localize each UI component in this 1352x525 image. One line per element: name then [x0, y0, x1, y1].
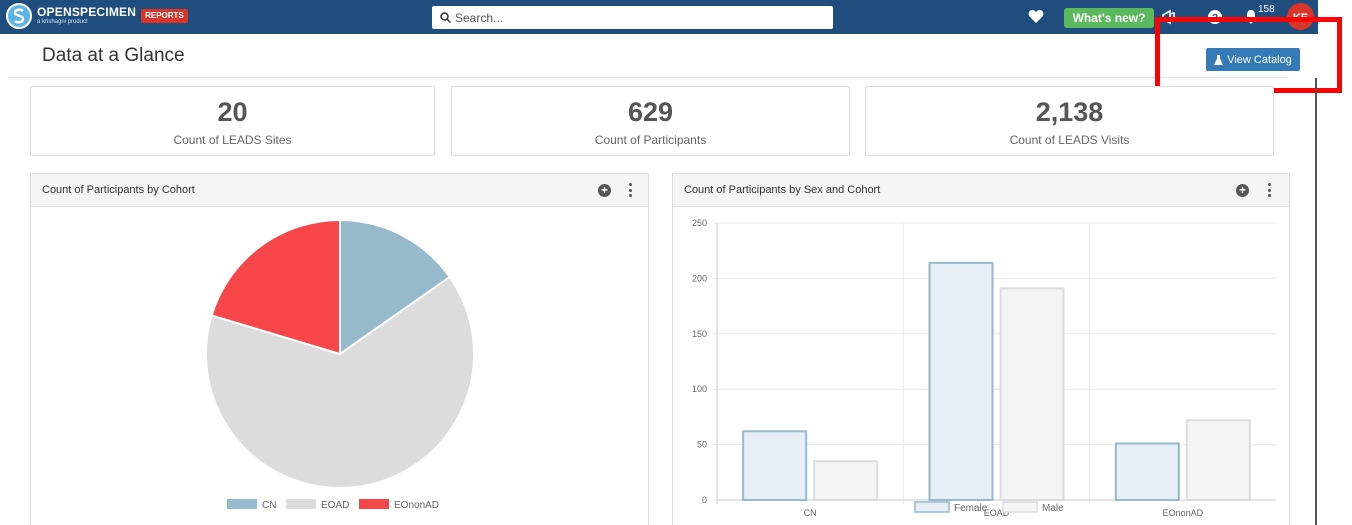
favorites-heart-icon[interactable]	[1028, 9, 1044, 29]
stat-label: Count of LEADS Visits	[1009, 133, 1130, 147]
logo-word-specimen: SPECIMEN	[71, 5, 137, 19]
bar-male-eoad[interactable]	[999, 287, 1065, 502]
legend-swatch-cn	[227, 499, 257, 509]
stat-label: Count of LEADS Sites	[173, 133, 292, 147]
legend-swatch-eononad	[359, 499, 389, 509]
legend-swatch-male	[1002, 501, 1038, 513]
search-placeholder: Search...	[455, 10, 504, 25]
cohort-pie-panel: Count of Participants by Cohort + CN EOAD…	[30, 173, 649, 525]
search-icon	[440, 12, 451, 23]
more-options-icon[interactable]	[1267, 183, 1271, 197]
legend-label-eoad: EOAD	[321, 500, 349, 511]
cohort-pie-chart: CN EOAD EOnonAD	[205, 218, 475, 511]
legend-swatch-eoad	[286, 499, 316, 509]
legend-label-male: Male	[1042, 503, 1064, 514]
sex-cohort-bar-chart: 050100150200250CN EOAD EOnonADFemale Male	[692, 218, 1276, 518]
add-plus-icon[interactable]: +	[1236, 184, 1249, 197]
y-tick-label: 150	[692, 329, 707, 339]
flask-icon	[1214, 54, 1224, 65]
stat-value: 2,138	[1035, 97, 1104, 127]
add-plus-icon[interactable]: +	[598, 184, 611, 197]
bar-female-eoad[interactable]	[928, 261, 994, 501]
y-tick-label: 50	[697, 440, 707, 450]
panel-header: Count of Participants by Sex and Cohort …	[673, 174, 1289, 207]
bar-female-cn[interactable]	[742, 430, 808, 501]
logo-word-open: OPEN	[37, 5, 72, 19]
stat-card-sites: 20 Count of LEADS Sites	[30, 86, 435, 156]
notification-bell-icon[interactable]	[1243, 9, 1259, 30]
stat-label: Count of Participants	[594, 133, 707, 147]
help-icon[interactable]: ?	[1207, 9, 1223, 30]
panel-header: Count of Participants by Cohort +	[31, 174, 648, 207]
stat-card-participants: 629 Count of Participants	[451, 86, 850, 156]
view-catalog-label: View Catalog	[1227, 53, 1292, 66]
legend-swatch-female	[914, 501, 950, 513]
bar-male-cn[interactable]	[813, 460, 879, 501]
search-input[interactable]: Search...	[432, 6, 833, 29]
whats-new-button[interactable]: What's new?	[1064, 8, 1154, 28]
panel-title: Count of Participants by Cohort	[42, 184, 195, 196]
bar-male-eononad[interactable]	[1185, 419, 1251, 501]
notification-count-badge: 158	[1258, 4, 1275, 15]
bar-female-eononad[interactable]	[1114, 442, 1180, 502]
page-right-border	[1315, 78, 1317, 525]
user-avatar[interactable]: KE	[1287, 3, 1314, 30]
legend-label-eononad: EOnonAD	[394, 500, 439, 511]
y-tick-label: 200	[692, 273, 707, 283]
header-divider	[8, 77, 1288, 78]
legend-label-female: Female	[954, 503, 988, 514]
x-tick-label: CN	[804, 508, 817, 518]
panel-title: Count of Participants by Sex and Cohort	[684, 184, 881, 196]
app-logo[interactable]: OPENSPECIMEN a krishagni product REPORTS	[6, 3, 188, 29]
view-catalog-button[interactable]: View Catalog	[1206, 48, 1300, 71]
more-options-icon[interactable]	[628, 183, 632, 197]
megaphone-icon[interactable]	[1161, 9, 1177, 30]
page-title: Data at a Glance	[42, 45, 185, 66]
top-nav-bar: OPENSPECIMEN a krishagni product REPORTS…	[0, 0, 1318, 34]
reports-badge: REPORTS	[141, 9, 188, 23]
stat-card-visits: 2,138 Count of LEADS Visits	[865, 86, 1274, 156]
stat-value: 20	[217, 97, 248, 127]
x-tick-label: EOnonAD	[1163, 508, 1204, 518]
logo-icon	[6, 3, 32, 29]
y-tick-label: 250	[692, 218, 707, 228]
stat-value: 629	[627, 97, 674, 127]
y-tick-label: 0	[702, 495, 707, 505]
logo-tagline: a krishagni product	[37, 19, 88, 25]
svg-text:?: ?	[1212, 13, 1218, 24]
legend-label-cn: CN	[262, 500, 276, 511]
y-tick-label: 100	[692, 384, 707, 394]
sex-cohort-bar-panel: Count of Participants by Sex and Cohort …	[672, 173, 1290, 525]
